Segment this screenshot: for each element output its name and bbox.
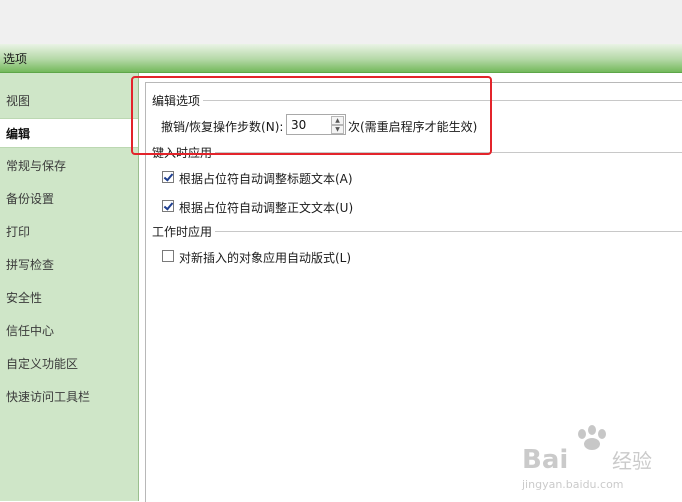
section-header-on-work: 工作时应用 — [152, 223, 216, 240]
sidebar-item-edit[interactable]: 编辑 — [0, 118, 138, 148]
undo-steps-input[interactable] — [288, 116, 333, 133]
dialog-title: 选项 — [3, 52, 28, 66]
divider-on-work — [152, 231, 682, 232]
undo-steps-spinner[interactable]: ▲ ▼ — [286, 114, 346, 135]
sidebar-item-customize-ribbon[interactable]: 自定义功能区 — [0, 349, 138, 379]
sidebar-item-security[interactable]: 安全性 — [0, 283, 138, 313]
sidebar-item-trust-center[interactable]: 信任中心 — [0, 316, 138, 346]
sidebar-item-view[interactable]: 视图 — [0, 86, 138, 116]
spin-down-button[interactable]: ▼ — [331, 125, 344, 134]
sidebar-item-print[interactable]: 打印 — [0, 217, 138, 247]
section-header-on-type: 键入时应用 — [152, 144, 216, 161]
sidebar-item-quick-access[interactable]: 快速访问工具栏 — [0, 382, 138, 412]
divider-editing — [152, 100, 682, 101]
spin-up-button[interactable]: ▲ — [331, 116, 344, 125]
undo-steps-label: 撤销/恢复操作步数(N): — [161, 120, 284, 134]
undo-steps-note: 次(需重启程序才能生效) — [348, 120, 478, 134]
sidebar-item-spellcheck[interactable]: 拼写检查 — [0, 250, 138, 280]
sidebar-item-general-save[interactable]: 常规与保存 — [0, 151, 138, 181]
dialog-titlebar: 选项 — [0, 44, 682, 73]
options-inner-panel: 编辑选项 撤销/恢复操作步数(N): ▲ ▼ 次(需重启程序才能生效) 键入时应… — [145, 82, 682, 502]
auto-layout-checkbox[interactable] — [162, 250, 174, 262]
auto-layout-label[interactable]: 对新插入的对象应用自动版式(L) — [179, 249, 351, 266]
auto-fit-title-checkbox[interactable] — [162, 171, 174, 183]
auto-fit-body-label[interactable]: 根据占位符自动调整正文文本(U) — [179, 199, 353, 216]
options-sidebar: 视图 编辑 常规与保存 备份设置 打印 拼写检查 安全性 信任中心 自定义功能区… — [0, 73, 139, 501]
section-header-editing: 编辑选项 — [152, 92, 204, 109]
options-content-panel: 编辑选项 撤销/恢复操作步数(N): ▲ ▼ 次(需重启程序才能生效) 键入时应… — [139, 73, 682, 502]
divider-on-type — [152, 152, 682, 153]
sidebar-item-backup[interactable]: 备份设置 — [0, 184, 138, 214]
top-toolbar-strip — [0, 0, 682, 45]
auto-fit-body-checkbox[interactable] — [162, 200, 174, 212]
auto-fit-title-label[interactable]: 根据占位符自动调整标题文本(A) — [179, 170, 353, 187]
